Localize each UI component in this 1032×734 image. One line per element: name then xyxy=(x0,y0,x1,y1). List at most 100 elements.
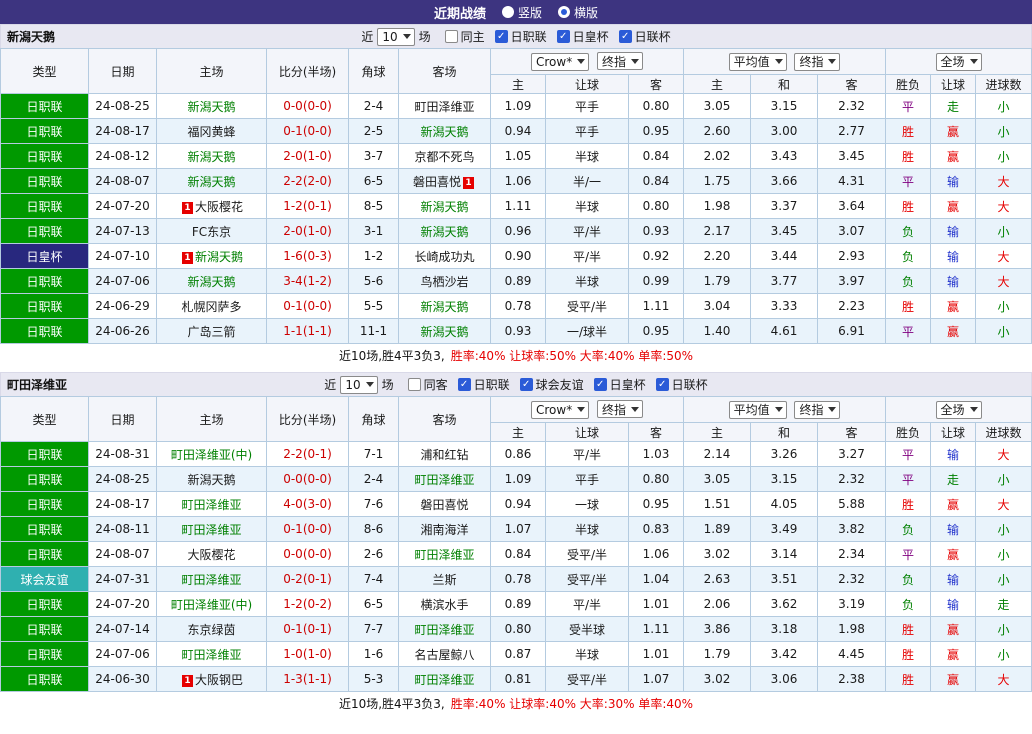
filter-checkbox[interactable]: ✓ 日职联 xyxy=(494,28,547,45)
layout-option-vertical[interactable]: 竖版 xyxy=(501,4,542,21)
match-score: 0-2(0-1) xyxy=(266,566,349,592)
team-name[interactable]: 广岛三箭 xyxy=(187,325,235,339)
match-score: 1-0(1-0) xyxy=(266,641,349,667)
team-name[interactable]: 新潟天鹅 xyxy=(187,100,235,114)
filter-checkbox[interactable]: 同主 xyxy=(444,28,485,45)
team-name[interactable]: 町田泽维亚 xyxy=(414,100,474,114)
match-row: 日职联 24-08-17 町田泽维亚 4-0(3-0) 7-6 磐田喜悦 0.94 一球 0.9… xyxy=(0,491,1032,517)
team-name[interactable]: 兰斯 xyxy=(432,573,456,587)
result-goals: 大 xyxy=(975,168,1032,194)
team-name[interactable]: 福冈黄蜂 xyxy=(187,125,235,139)
bookmaker-home-odds: 1.09 xyxy=(490,466,546,492)
average-select[interactable]: 平均值 xyxy=(728,52,787,71)
team-name[interactable]: 町田泽维亚(中) xyxy=(171,598,252,612)
avg-away-odds: 3.07 xyxy=(817,218,887,244)
team-name[interactable]: 新潟天鹅 xyxy=(420,125,468,139)
filter-checkbox[interactable]: ✓ 日职联 xyxy=(457,376,510,393)
odds-stage-select[interactable]: 终指 xyxy=(597,52,644,71)
fulltime-select[interactable]: 全场 xyxy=(935,400,982,419)
filter-checkbox[interactable]: ✓ 日皇杯 xyxy=(593,376,646,393)
match-type: 球会友谊 xyxy=(0,566,89,592)
team-name[interactable]: 大阪钢巴 xyxy=(195,673,243,687)
result-outcome: 负 xyxy=(885,566,932,592)
team-name[interactable]: 鸟栖沙岩 xyxy=(420,275,468,289)
bookmaker-select[interactable]: Crow* xyxy=(530,52,590,71)
team-name[interactable]: 町田泽维亚 xyxy=(181,573,241,587)
result-outcome: 平 xyxy=(885,168,932,194)
team-name[interactable]: 新潟天鹅 xyxy=(195,250,243,264)
team-name[interactable]: 新潟天鹅 xyxy=(420,300,468,314)
team-name[interactable]: 东京绿茵 xyxy=(187,623,235,637)
team-name[interactable]: 町田泽维亚 xyxy=(414,548,474,562)
avg-draw-odds: 3.00 xyxy=(750,118,819,144)
filter-checkbox[interactable]: ✓ 日联杯 xyxy=(655,376,708,393)
match-count-select[interactable]: 10 xyxy=(377,27,415,46)
avg-away-odds: 2.32 xyxy=(817,466,887,492)
team-name[interactable]: 京都不死鸟 xyxy=(414,150,474,164)
match-score: 2-0(1-0) xyxy=(266,218,349,244)
checkbox-icon: ✓ xyxy=(655,378,669,391)
team-name[interactable]: 新潟天鹅 xyxy=(187,473,235,487)
match-type: 日职联 xyxy=(0,143,89,169)
matches-table: 类型 日期 主场 比分(半场) 角球 客场 Crow* 终指 平均值 终指 全场 xyxy=(0,48,1032,344)
radio-label: 竖版 xyxy=(517,5,542,20)
bookmaker-away-odds: 0.95 xyxy=(627,318,685,344)
filter-checkbox[interactable]: ✓ 日皇杯 xyxy=(556,28,609,45)
average-stage-select[interactable]: 终指 xyxy=(794,52,841,71)
col-header-goals: 进球数 xyxy=(975,422,1032,442)
average-select[interactable]: 平均值 xyxy=(728,400,787,419)
result-outcome: 平 xyxy=(885,466,932,492)
col-header-odds-home: 主 xyxy=(490,74,546,94)
team-name[interactable]: 町田泽维亚 xyxy=(414,673,474,687)
team-name[interactable]: 町田泽维亚 xyxy=(414,473,474,487)
match-count-select[interactable]: 10 xyxy=(340,375,378,394)
match-type: 日职联 xyxy=(0,641,89,667)
result-outcome: 平 xyxy=(885,541,932,567)
average-odds-group: 平均值 终指 xyxy=(683,396,887,423)
result-outcome: 平 xyxy=(885,93,932,119)
layout-option-horizontal[interactable]: 横版 xyxy=(558,4,598,21)
team-name[interactable]: 大阪樱花 xyxy=(187,548,235,562)
team-name[interactable]: 町田泽维亚 xyxy=(181,498,241,512)
team-name[interactable]: 横滨水手 xyxy=(420,598,468,612)
team-name[interactable]: 浦和红钻 xyxy=(420,448,468,462)
bookmaker-select[interactable]: Crow* xyxy=(530,400,590,419)
col-header-goals: 进球数 xyxy=(975,74,1032,94)
team-name[interactable]: FC东京 xyxy=(192,225,231,239)
match-score: 0-0(0-0) xyxy=(266,466,349,492)
team-name[interactable]: 札幌冈萨多 xyxy=(181,300,241,314)
match-score: 0-0(0-0) xyxy=(266,93,349,119)
result-outcome: 负 xyxy=(885,218,932,244)
team-name[interactable]: 町田泽维亚 xyxy=(181,648,241,662)
team-name[interactable]: 长崎成功丸 xyxy=(414,250,474,264)
bookmaker-home-odds: 0.94 xyxy=(490,491,546,517)
team-name[interactable]: 新潟天鹅 xyxy=(420,225,468,239)
team-name[interactable]: 町田泽维亚(中) xyxy=(171,448,252,462)
team-name[interactable]: 磐田喜悦 xyxy=(420,498,468,512)
col-header-score: 比分(半场) xyxy=(266,396,349,442)
team-name[interactable]: 新潟天鹅 xyxy=(187,175,235,189)
team-name[interactable]: 町田泽维亚 xyxy=(414,623,474,637)
avg-draw-odds: 3.33 xyxy=(750,293,819,319)
team-name[interactable]: 町田泽维亚 xyxy=(181,523,241,537)
team-name[interactable]: 新潟天鹅 xyxy=(420,325,468,339)
team-name[interactable]: 新潟天鹅 xyxy=(187,150,235,164)
fulltime-select[interactable]: 全场 xyxy=(935,52,982,71)
filter-checkbox[interactable]: 同客 xyxy=(407,376,448,393)
result-handicap: 赢 xyxy=(930,616,977,642)
match-corners: 8-6 xyxy=(348,516,399,542)
team-name[interactable]: 大阪樱花 xyxy=(195,200,243,214)
filter-checkbox[interactable]: ✓ 球会友谊 xyxy=(519,376,584,393)
odds-stage-select[interactable]: 终指 xyxy=(597,400,644,419)
avg-home-odds: 2.17 xyxy=(683,218,752,244)
average-stage-select[interactable]: 终指 xyxy=(794,400,841,419)
bookmaker-home-odds: 0.96 xyxy=(490,218,546,244)
team-name[interactable]: 湘南海洋 xyxy=(420,523,468,537)
team-name[interactable]: 磐田喜悦 xyxy=(413,175,461,189)
team-name[interactable]: 名古屋鲸八 xyxy=(414,648,474,662)
team-name[interactable]: 新潟天鹅 xyxy=(420,200,468,214)
filter-checkbox[interactable]: ✓ 日联杯 xyxy=(618,28,671,45)
bookmaker-away-odds: 0.80 xyxy=(627,93,685,119)
team-name[interactable]: 新潟天鹅 xyxy=(187,275,235,289)
result-handicap: 赢 xyxy=(930,143,977,169)
